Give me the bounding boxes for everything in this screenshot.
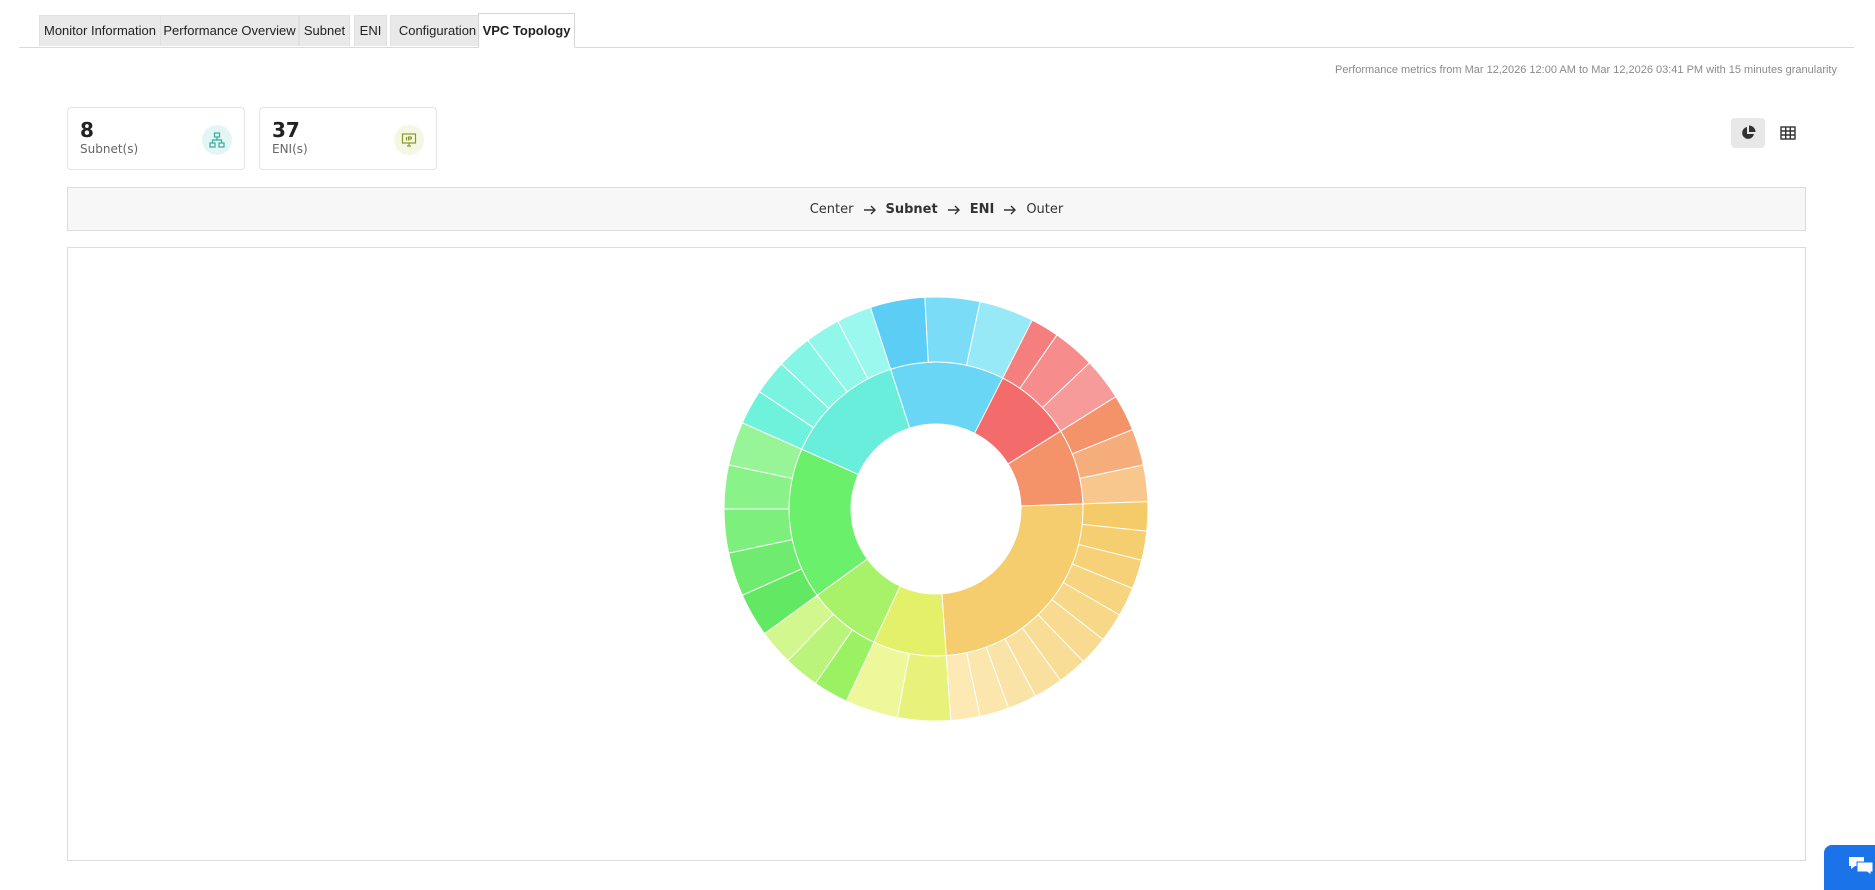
tab-subnet[interactable]: Subnet — [299, 15, 350, 46]
crumb-subnet: Subnet — [885, 201, 938, 217]
arrow-right-icon — [863, 205, 876, 215]
sunburst-level-breadcrumb: Center Subnet ENI Outer — [67, 187, 1806, 231]
crumb-center: Center — [809, 201, 854, 217]
subnet-count: 8 — [80, 118, 94, 142]
tab-performance-overview[interactable]: Performance Overview — [160, 15, 299, 46]
network-icon — [202, 125, 232, 155]
chat-widget-button[interactable] — [1824, 845, 1875, 890]
eni-count-label: ENI(s) — [272, 142, 308, 156]
performance-time-range: Performance metrics from Mar 12,2026 12:… — [1335, 64, 1837, 76]
table-icon — [1780, 126, 1796, 140]
subnet-count-label: Subnet(s) — [80, 142, 139, 156]
arrow-right-icon — [947, 205, 960, 215]
tab-vpc-topology[interactable]: VPC Topology — [478, 13, 575, 48]
pie-chart-icon — [1742, 125, 1756, 139]
table-view-button[interactable] — [1771, 118, 1805, 148]
eni-count-card: 37 ENI(s) — [259, 107, 437, 170]
vpc-topology-sunburst — [723, 296, 1149, 722]
chart-view-button[interactable] — [1731, 118, 1765, 148]
eni-count: 37 — [272, 118, 300, 142]
crumb-eni: ENI — [969, 201, 995, 217]
vpc-topology-chart-panel — [67, 247, 1806, 861]
chat-icon — [1849, 857, 1874, 876]
tab-configuration[interactable]: Configuration — [390, 15, 485, 46]
ip-monitor-icon — [394, 125, 424, 155]
tab-bar: Monitor Information Performance Overview… — [19, 13, 1854, 48]
subnet-count-card: 8 Subnet(s) — [67, 107, 245, 170]
arrow-right-icon — [1004, 205, 1017, 215]
tab-monitor-information[interactable]: Monitor Information — [39, 15, 161, 46]
tab-eni[interactable]: ENI — [354, 15, 387, 46]
crumb-outer: Outer — [1026, 201, 1064, 217]
